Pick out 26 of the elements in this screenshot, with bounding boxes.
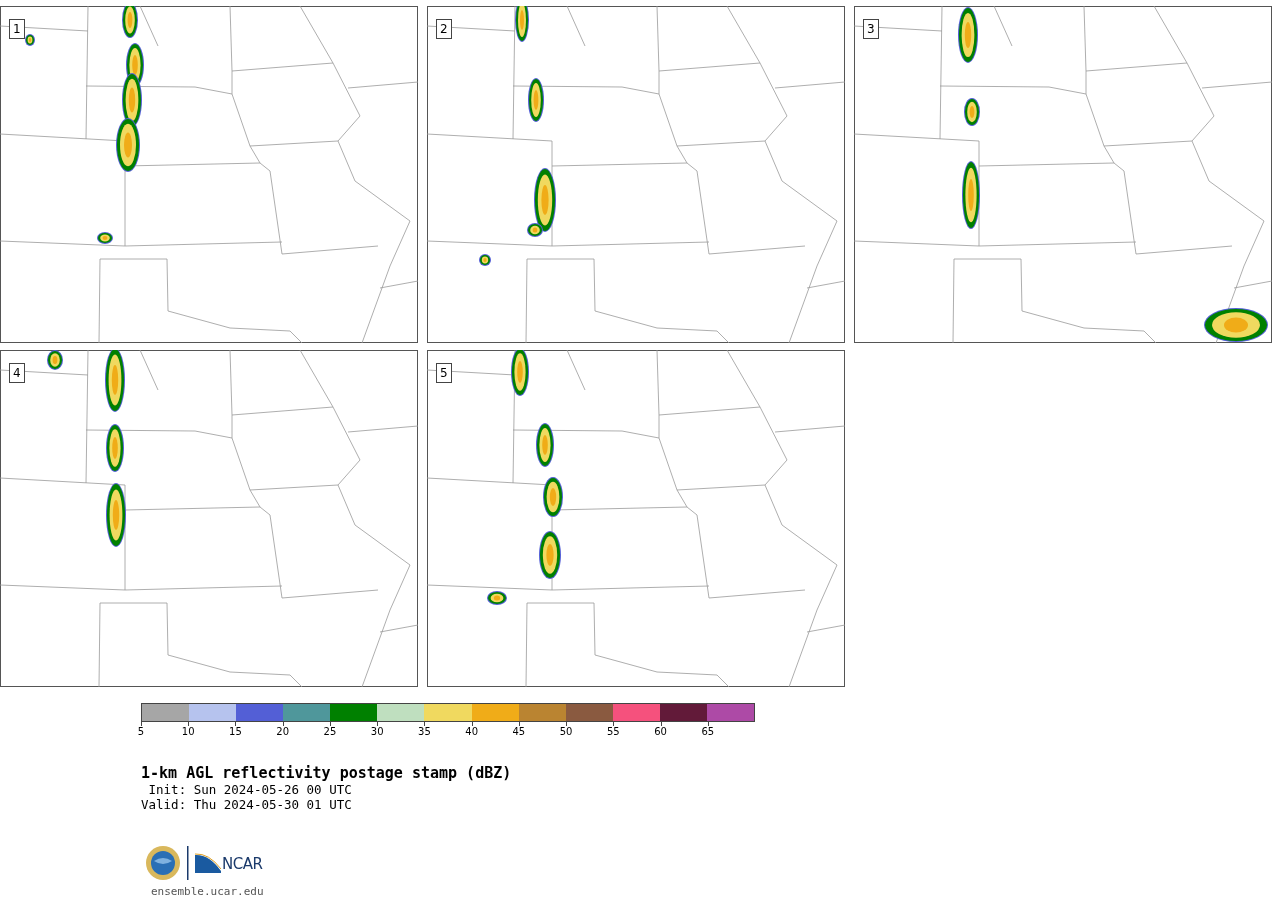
swoosh-icon (195, 853, 221, 873)
tick-label: 40 (465, 726, 478, 737)
tick-label: 30 (370, 726, 384, 737)
tick-label: 65 (701, 726, 715, 737)
divider-line-icon (187, 846, 189, 880)
tick-label: 45 (512, 726, 526, 737)
init-time: Init: Sun 2024-05-26 00 UTC (147, 782, 353, 797)
tick-label: 35 (418, 726, 431, 737)
tick-label: 25 (323, 726, 337, 737)
tick-label: 20 (276, 726, 290, 737)
panel-number: 2 (436, 19, 452, 39)
tick-label: 5 (137, 726, 145, 737)
valid-time: Valid: Thu 2024-05-30 01 UTC (141, 797, 353, 812)
chart-title: 1-km AGL reflectivity postage stamp (dBZ) (141, 764, 513, 782)
panel-number: 3 (863, 19, 879, 39)
panel-number: 1 (9, 19, 25, 39)
globe-seal-logo-icon (145, 845, 181, 881)
tick-label: 60 (654, 726, 667, 737)
website-url: ensemble.ucar.edu (151, 885, 265, 898)
panel-number: 5 (436, 363, 452, 383)
tick-label: 15 (229, 726, 242, 737)
tick-label: 10 (181, 726, 195, 737)
ncar-logo: NCAR (195, 853, 263, 873)
panel-number: 4 (9, 363, 25, 383)
tick-label: 50 (559, 726, 573, 737)
tick-label: 55 (607, 726, 620, 737)
